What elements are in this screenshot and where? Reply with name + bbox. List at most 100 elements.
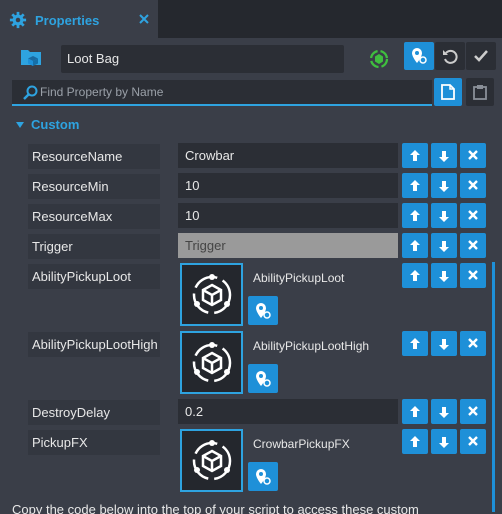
asset-name: AbilityPickupLootHigh: [253, 339, 370, 353]
confirm-button[interactable]: [466, 42, 496, 70]
tab-title: Properties: [35, 12, 100, 28]
move-down-button[interactable]: [431, 331, 457, 356]
asset-thumbnail[interactable]: [180, 331, 243, 394]
move-down-button[interactable]: [431, 173, 457, 198]
footer-text: Copy the code below into the top of your…: [12, 502, 419, 514]
close-icon[interactable]: [138, 13, 150, 25]
template-icon: [192, 273, 231, 314]
remove-button[interactable]: [460, 173, 486, 198]
move-down-button[interactable]: [431, 263, 457, 288]
arrow-down-icon: [439, 240, 449, 252]
properties-panel: Properties Loot Bag Custom ResourceName …: [0, 0, 502, 514]
arrow-up-icon: [410, 149, 420, 161]
close-icon: [468, 405, 478, 416]
property-label: DestroyDelay: [28, 400, 160, 425]
arrow-down-icon: [439, 150, 449, 162]
undo-button[interactable]: [435, 42, 465, 70]
object-name-field[interactable]: Loot Bag: [61, 45, 344, 73]
arrow-up-icon: [410, 337, 420, 349]
asset-thumbnail[interactable]: [180, 263, 243, 326]
arrow-down-icon: [439, 210, 449, 222]
move-down-button[interactable]: [431, 399, 457, 424]
property-value-field[interactable]: 0.2: [178, 399, 398, 424]
property-label: ResourceMax: [28, 204, 160, 229]
location-pin-icon: [256, 302, 271, 319]
remove-button[interactable]: [460, 233, 486, 258]
template-icon: [192, 341, 231, 382]
section-title: Custom: [31, 117, 80, 132]
networked-icon[interactable]: [368, 48, 390, 70]
gear-icon: [9, 11, 27, 29]
move-up-button[interactable]: [402, 263, 428, 288]
move-up-button[interactable]: [402, 399, 428, 424]
copy-button[interactable]: [434, 78, 462, 106]
paste-button[interactable]: [466, 78, 494, 106]
asset-name: CrowbarPickupFX: [253, 437, 350, 451]
move-up-button[interactable]: [402, 143, 428, 168]
property-label: PickupFX: [28, 430, 160, 455]
arrow-down-icon: [439, 270, 449, 282]
scrollbar[interactable]: [492, 262, 495, 512]
paste-icon: [473, 85, 487, 100]
arrow-up-icon: [410, 435, 420, 447]
section-custom[interactable]: Custom: [16, 117, 79, 132]
template-icon: [192, 439, 231, 480]
arrow-up-icon: [410, 405, 420, 417]
close-icon: [468, 209, 478, 220]
move-down-button[interactable]: [431, 203, 457, 228]
folder-object-icon: [21, 50, 41, 66]
property-value-field[interactable]: Crowbar: [178, 143, 398, 168]
close-icon: [468, 337, 478, 348]
arrow-up-icon: [410, 179, 420, 191]
move-up-button[interactable]: [402, 173, 428, 198]
remove-button[interactable]: [460, 429, 486, 454]
move-up-button[interactable]: [402, 233, 428, 258]
property-label: AbilityPickupLootHigh: [28, 332, 160, 357]
arrow-down-icon: [439, 406, 449, 418]
search-bar: [12, 80, 432, 106]
search-icon: [23, 85, 38, 100]
location-button[interactable]: [404, 42, 434, 70]
move-up-button[interactable]: [402, 203, 428, 228]
move-down-button[interactable]: [431, 429, 457, 454]
close-icon: [468, 179, 478, 190]
remove-button[interactable]: [460, 399, 486, 424]
close-icon: [468, 149, 478, 160]
checkmark-icon: [474, 50, 488, 62]
remove-button[interactable]: [460, 331, 486, 356]
search-input[interactable]: [40, 80, 420, 104]
tab-properties[interactable]: Properties: [0, 0, 158, 40]
property-label: ResourceName: [28, 144, 160, 169]
asset-thumbnail[interactable]: [180, 429, 243, 492]
remove-button[interactable]: [460, 143, 486, 168]
arrow-down-icon: [439, 180, 449, 192]
undo-icon: [443, 49, 458, 64]
locate-asset-button[interactable]: [248, 296, 278, 325]
property-label: AbilityPickupLoot: [28, 264, 160, 289]
move-down-button[interactable]: [431, 233, 457, 258]
close-icon: [468, 435, 478, 446]
remove-button[interactable]: [460, 203, 486, 228]
locate-asset-button[interactable]: [248, 364, 278, 393]
location-pin-icon: [256, 370, 271, 387]
arrow-up-icon: [410, 239, 420, 251]
property-value-field-disabled: Trigger: [178, 233, 398, 258]
chevron-down-icon: [16, 121, 24, 128]
arrow-down-icon: [439, 436, 449, 448]
copy-icon: [441, 84, 455, 100]
arrow-up-icon: [410, 269, 420, 281]
arrow-up-icon: [410, 209, 420, 221]
move-up-button[interactable]: [402, 429, 428, 454]
remove-button[interactable]: [460, 263, 486, 288]
move-down-button[interactable]: [431, 143, 457, 168]
close-icon: [468, 269, 478, 280]
property-label: Trigger: [28, 234, 160, 259]
property-value-field[interactable]: 10: [178, 173, 398, 198]
location-pin-icon: [412, 48, 427, 64]
asset-name: AbilityPickupLoot: [253, 271, 345, 285]
move-up-button[interactable]: [402, 331, 428, 356]
locate-asset-button[interactable]: [248, 462, 278, 491]
property-value-field[interactable]: 10: [178, 203, 398, 228]
property-label: ResourceMin: [28, 174, 160, 199]
arrow-down-icon: [439, 338, 449, 350]
